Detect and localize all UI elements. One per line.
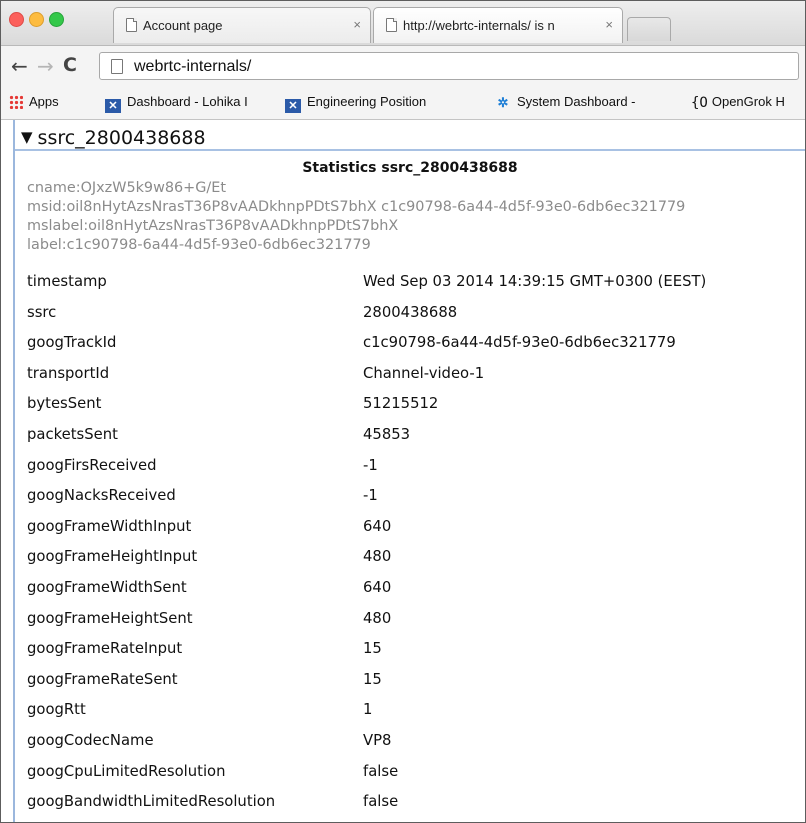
table-row: googFirsReceived -1: [27, 457, 797, 488]
window-maximize-button[interactable]: [49, 12, 64, 27]
lohika-icon: ✕: [105, 99, 121, 113]
lohika-icon: ✕: [285, 99, 301, 113]
ssrc-section-header[interactable]: ▼ ssrc_2800438688: [21, 127, 206, 149]
stat-value: 1: [363, 701, 373, 719]
page-icon: [126, 18, 137, 32]
table-row: ssrc 2800438688: [27, 304, 797, 335]
table-row: googNacksReceived -1: [27, 487, 797, 518]
stat-key: transportId: [27, 364, 110, 382]
stat-key: googFrameRateSent: [27, 670, 178, 688]
stat-value: 51215512: [363, 395, 439, 413]
stat-value: VP8: [363, 731, 392, 749]
stat-value: 640: [363, 578, 392, 596]
stat-value: c1c90798-6a44-4d5f-93e0-6db6ec321779: [363, 334, 676, 352]
table-row: googFrameWidthInput 640: [27, 518, 797, 549]
meta-mslabel: mslabel:oil8nHytAzsNrasT36P8vAADkhnpPDtS…: [27, 218, 399, 234]
stat-value: -1: [363, 456, 378, 474]
tab-webrtc-internals[interactable]: http://webrtc-internals/ is n ×: [373, 7, 623, 43]
address-url[interactable]: webrtc-internals/: [134, 58, 251, 76]
stat-key: googFrameHeightSent: [27, 609, 193, 627]
meta-msid: msid:oil8nHytAzsNrasT36P8vAADkhnpPDtS7bh…: [27, 199, 686, 215]
section-left-border: [13, 120, 15, 822]
stat-value: Channel-video-1: [363, 364, 485, 382]
stat-value: 2800438688: [363, 303, 458, 321]
stat-value: 45853: [363, 425, 411, 443]
back-arrow-icon[interactable]: ←: [11, 54, 28, 78]
meta-label: label:c1c90798-6a44-4d5f-93e0-6db6ec3217…: [27, 237, 371, 253]
tab-close-icon[interactable]: ×: [605, 17, 613, 32]
stat-key: timestamp: [27, 273, 107, 290]
table-row: googRtt 1: [27, 701, 797, 732]
table-row: packetsSent 45853: [27, 426, 797, 457]
disclosure-triangle-icon[interactable]: ▼: [21, 128, 33, 146]
section-title: ssrc_2800438688: [37, 127, 206, 149]
table-row: googFrameRateInput 15: [27, 640, 797, 671]
stat-key: googRtt: [27, 701, 86, 719]
address-bar[interactable]: webrtc-internals/: [99, 52, 799, 80]
bookmarks-bar: Apps ✕ Dashboard - Lohika I ✕ Engineering …: [1, 85, 805, 120]
stat-value: -1: [363, 487, 378, 505]
page-icon: [111, 59, 123, 74]
section-divider: [15, 149, 805, 151]
system-dashboard-icon: ✲: [497, 95, 509, 110]
reload-icon[interactable]: C: [63, 54, 77, 76]
page-content: ▼ ssrc_2800438688 Statistics ssrc_2800438…: [1, 120, 805, 822]
tab-title: http://webrtc-internals/ is n: [403, 18, 555, 33]
stat-key: ssrc: [27, 303, 57, 321]
table-row: bytesSent 51215512: [27, 395, 797, 426]
stat-value: 15: [363, 670, 382, 688]
table-row: timestamp Wed Sep 03 2014 14:39:15 GMT+03…: [27, 273, 797, 304]
meta-cname: cname:OJxzW5k9w86+G/Et: [27, 180, 226, 196]
stat-key: googFrameWidthInput: [27, 517, 192, 535]
bookmark-system-dashboard[interactable]: ✲ System Dashboard -: [495, 94, 671, 111]
table-row: googTrackId c1c90798-6a44-4d5f-93e0-6db6e…: [27, 334, 797, 365]
table-row: googBandwidthLimitedResolution false: [27, 793, 797, 822]
table-row: googFrameRateSent 15: [27, 671, 797, 702]
new-tab-button[interactable]: [627, 17, 671, 41]
table-row: googFrameHeightSent 480: [27, 610, 797, 641]
tab-close-icon[interactable]: ×: [353, 17, 361, 32]
window-minimize-button[interactable]: [29, 12, 44, 27]
stat-value: false: [363, 793, 399, 811]
table-row: transportId Channel-video-1: [27, 365, 797, 396]
statistics-table: timestamp Wed Sep 03 2014 14:39:15 GMT+03…: [27, 273, 797, 822]
table-row: googCpuLimitedResolution false: [27, 763, 797, 794]
stat-key: googFrameRateInput: [27, 640, 183, 658]
stat-value: 15: [363, 640, 382, 658]
tab-strip: Account page × http://webrtc-internals/ …: [1, 1, 805, 45]
table-row: googCodecName VP8: [27, 732, 797, 763]
stat-key: googFirsReceived: [27, 456, 157, 474]
stat-key: bytesSent: [27, 395, 102, 413]
stat-value: 480: [363, 609, 392, 627]
stat-key: googNacksReceived: [27, 487, 176, 505]
stat-value: 640: [363, 517, 392, 535]
page-icon: [386, 18, 397, 32]
opengrok-icon: {O: [691, 95, 708, 111]
bookmark-dashboard-lohika[interactable]: ✕ Dashboard - Lohika I: [105, 94, 277, 113]
stat-value: Wed Sep 03 2014 14:39:15 GMT+0300 (EEST): [363, 273, 707, 290]
stat-key: packetsSent: [27, 425, 118, 443]
stat-value: 480: [363, 548, 392, 566]
table-row: googFrameWidthSent 640: [27, 579, 797, 610]
bookmark-opengrok[interactable]: {O OpenGrok H: [691, 94, 805, 111]
stat-value: false: [363, 762, 399, 780]
browser-toolbar: ← → C webrtc-internals/: [1, 45, 805, 86]
ssrc-metadata: cname:OJxzW5k9w86+G/Et msid:oil8nHytAzsN…: [27, 179, 685, 255]
window-close-button[interactable]: [9, 12, 24, 27]
table-row: googFrameHeightInput 480: [27, 548, 797, 579]
stat-key: googFrameHeightInput: [27, 548, 198, 566]
bookmark-apps[interactable]: Apps: [9, 94, 59, 110]
stat-key: googCodecName: [27, 731, 154, 749]
tab-account-page[interactable]: Account page ×: [113, 7, 371, 43]
apps-grid-icon: [9, 95, 23, 109]
forward-arrow-icon[interactable]: →: [37, 54, 54, 78]
stat-key: googTrackId: [27, 334, 117, 352]
stat-key: googFrameWidthSent: [27, 578, 187, 596]
stat-key: googCpuLimitedResolution: [27, 762, 226, 780]
bookmark-engineering-position[interactable]: ✕ Engineering Position: [285, 94, 473, 113]
browser-window: Account page × http://webrtc-internals/ …: [0, 0, 806, 823]
tab-title: Account page: [143, 18, 223, 33]
stat-key: googBandwidthLimitedResolution: [27, 793, 276, 811]
statistics-title: Statistics ssrc_2800438688: [302, 160, 518, 176]
